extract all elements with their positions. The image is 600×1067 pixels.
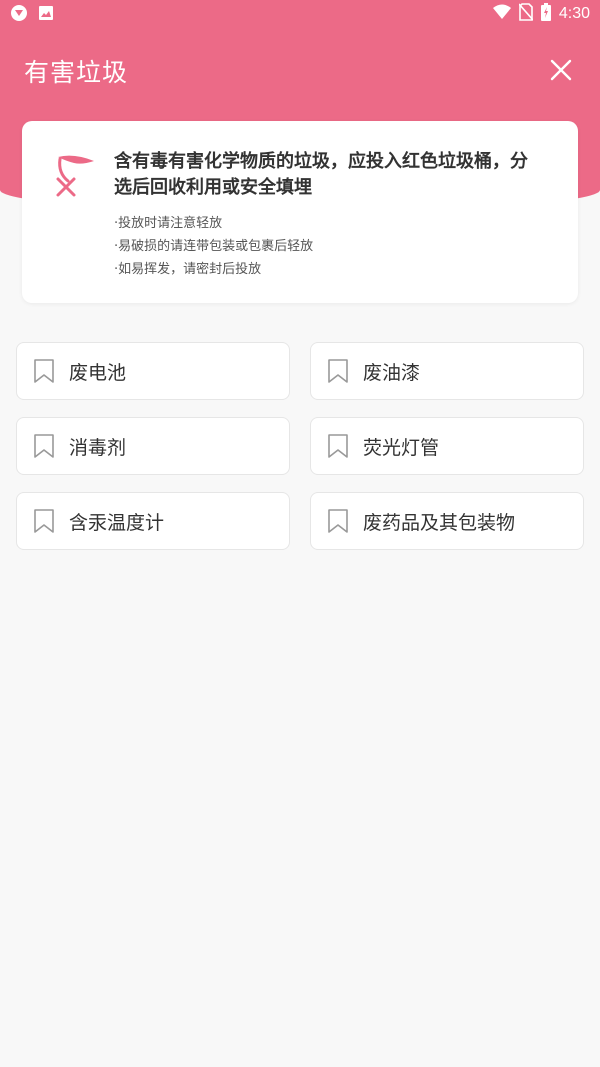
waste-item-label: 含汞温度计 xyxy=(69,511,165,534)
app-icon xyxy=(10,4,28,26)
waste-item-label: 消毒剂 xyxy=(69,436,127,459)
close-button[interactable] xyxy=(546,55,576,85)
close-icon xyxy=(550,59,572,81)
waste-item-button[interactable]: 消毒剂 xyxy=(16,417,290,475)
waste-item-button[interactable]: 废药品及其包装物 xyxy=(310,492,584,550)
status-bar: 4:30 xyxy=(0,0,600,28)
waste-item-button[interactable]: 荧光灯管 xyxy=(310,417,584,475)
waste-item-button[interactable]: 废油漆 xyxy=(310,342,584,400)
waste-item-button[interactable]: 含汞温度计 xyxy=(16,492,290,550)
waste-item-label: 废药品及其包装物 xyxy=(363,511,516,534)
bookmark-icon xyxy=(328,359,348,383)
status-time: 4:30 xyxy=(558,5,590,22)
hazardous-waste-icon xyxy=(52,151,96,199)
bookmark-icon xyxy=(328,509,348,533)
category-info-card: 含有毒有害化学物质的垃圾，应投入红色垃圾桶，分选后回收利用或安全填埋 ·投放时请… xyxy=(22,121,578,303)
waste-item-label: 废电池 xyxy=(69,361,127,384)
no-sim-icon xyxy=(518,3,534,25)
tip-item: ·投放时请注意轻放 xyxy=(114,216,223,231)
image-icon xyxy=(38,5,54,25)
disposal-tips: ·投放时请注意轻放 ·易破损的请连带包装或包裹后轻放 ·如易挥发，请密封后投放 xyxy=(114,212,313,281)
category-description: 含有毒有害化学物质的垃圾，应投入红色垃圾桶，分选后回收利用或安全填埋 xyxy=(114,151,528,198)
bookmark-icon xyxy=(34,359,54,383)
waste-item-grid: 废电池 废油漆 消毒剂 荧光灯管 含汞温度计 废药品及其包装物 xyxy=(16,342,584,550)
bookmark-icon xyxy=(34,434,54,458)
battery-icon xyxy=(540,3,551,25)
waste-item-label: 荧光灯管 xyxy=(363,436,440,459)
waste-item-button[interactable]: 废电池 xyxy=(16,342,290,400)
tip-item: ·如易挥发，请密封后投放 xyxy=(114,262,262,277)
bookmark-icon xyxy=(34,509,54,533)
tip-item: ·易破损的请连带包装或包裹后轻放 xyxy=(114,239,314,254)
bookmark-icon xyxy=(328,434,348,458)
wifi-icon xyxy=(492,4,511,24)
page-title: 有害垃圾 xyxy=(24,58,129,87)
waste-item-label: 废油漆 xyxy=(363,361,421,384)
